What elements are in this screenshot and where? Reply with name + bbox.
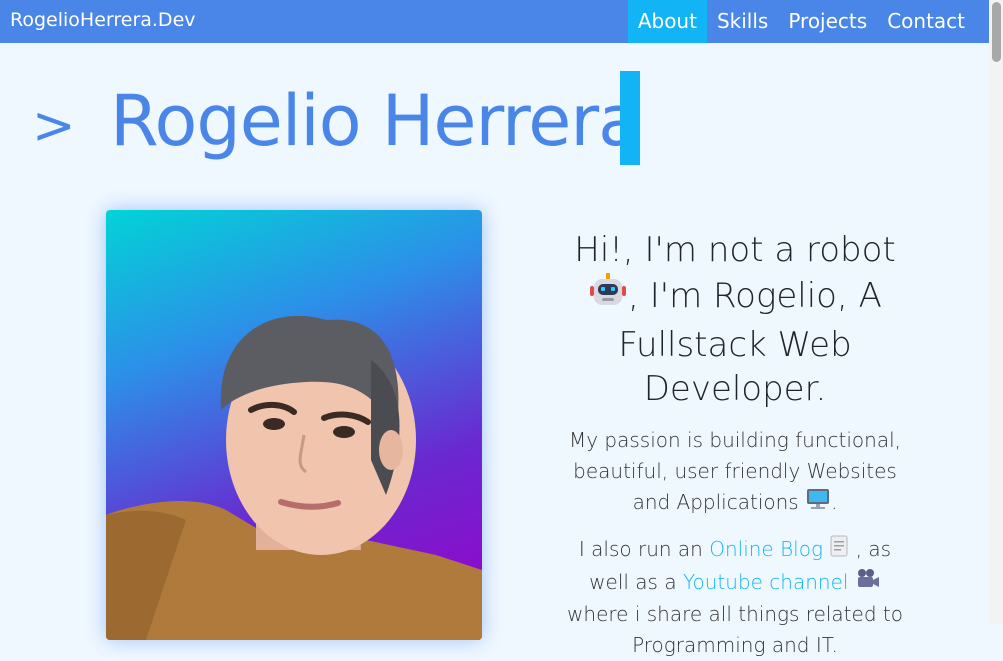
intro-headline: Hi!, I'm not a robot , I'm Rogelio, A Fu… [560, 228, 910, 411]
notepad-icon [829, 534, 849, 567]
hero-name: Rogelio Herrera [110, 80, 641, 162]
scrollbar-thumb[interactable] [992, 2, 1001, 62]
nav-link-contact[interactable]: Contact [877, 0, 975, 43]
youtube-suffix: where i share all things related to Prog… [567, 602, 903, 657]
passion-text: My passion is building functional, beaut… [568, 428, 902, 514]
headline-part2: , I'm Rogelio, A Fullstack Web Developer… [618, 276, 882, 409]
typing-cursor [620, 71, 640, 165]
page-scrollbar[interactable] [989, 0, 1003, 624]
nav-link-projects[interactable]: Projects [778, 0, 877, 43]
profile-photo [106, 210, 482, 640]
intro-section: Hi!, I'm not a robot , I'm Rogelio, A Fu… [560, 228, 910, 661]
prompt-symbol: > [32, 96, 76, 156]
movie-camera-icon [855, 568, 881, 599]
nav-links: About Skills Projects Contact [627, 0, 975, 43]
profile-photo-illustration [106, 315, 482, 640]
online-blog-link[interactable]: Online Blog [709, 537, 823, 561]
youtube-channel-link[interactable]: Youtube channel [683, 570, 849, 594]
computer-icon [805, 487, 831, 520]
passion-paragraph: My passion is building functional, beaut… [560, 425, 910, 520]
nav-link-about[interactable]: About [627, 0, 707, 43]
robot-icon [588, 272, 628, 323]
navbar: RogelioHerrera.Dev About Skills Projects… [0, 0, 989, 43]
nav-link-skills[interactable]: Skills [707, 0, 778, 43]
brand-link[interactable]: RogelioHerrera.Dev [10, 9, 196, 31]
blog-prefix: I also run an [578, 537, 710, 561]
headline-part1: Hi!, I'm not a robot [574, 230, 896, 270]
blog-paragraph: I also run an Online Blog , as well as a… [560, 534, 910, 661]
passion-end: . [831, 490, 838, 514]
